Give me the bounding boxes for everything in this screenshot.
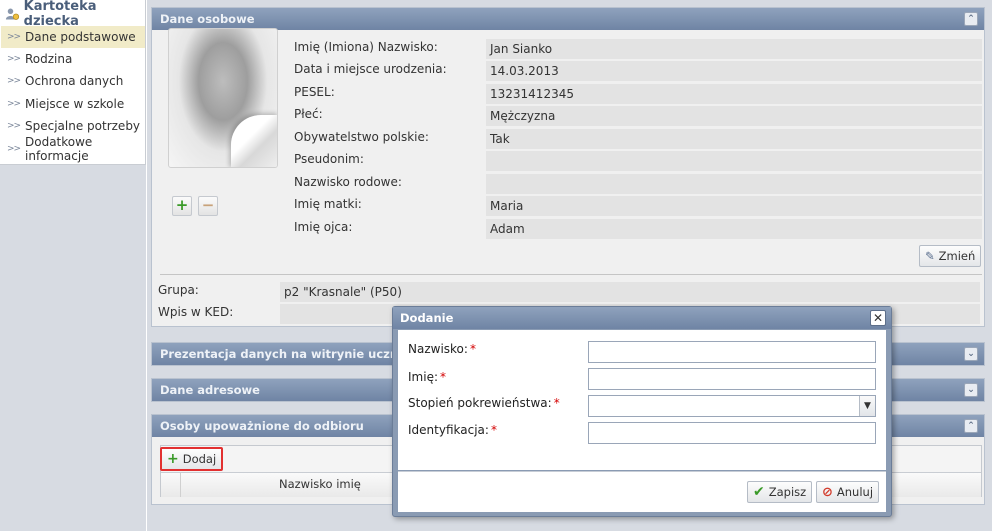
required-marker: * [440, 370, 446, 384]
field-label: Data i miejsce urodzenia: [294, 62, 447, 76]
sidebar-menu: Kartoteka dziecka >> Dane podstawowe >> … [0, 0, 146, 165]
add-authorized-button[interactable]: + Dodaj [160, 447, 224, 471]
field-label: Pseudonim: [294, 152, 364, 166]
cancel-button-label: Anuluj [836, 485, 874, 499]
ked-label: Wpis w KED: [158, 305, 234, 319]
column-header-name[interactable]: Nazwisko imię [279, 477, 361, 491]
group-value: p2 "Krasnale" (P50) [280, 282, 980, 302]
required-marker: * [469, 342, 476, 356]
sidebar-item-label: Rodzina [25, 52, 73, 66]
pencil-icon: ✎ [925, 249, 935, 263]
sidebar-item-rodzina[interactable]: >> Rodzina [1, 48, 145, 70]
chevron-double-right-icon: >> [7, 121, 21, 131]
add-button-label: Dodaj [182, 452, 217, 466]
field-value: Jan Sianko [486, 39, 982, 59]
child-record-icon [5, 8, 20, 20]
field-value [486, 151, 982, 171]
sidebar-item-label: Dodatkowe informacje [25, 135, 93, 163]
sidebar-item-label: Dane podstawowe [25, 30, 136, 44]
sidebar-item-label: Miejsce w szkole [25, 97, 125, 111]
chevron-double-right-icon: >> [7, 32, 21, 42]
field-label: Obywatelstwo polskie: [294, 130, 429, 144]
chevron-double-right-icon: >> [7, 99, 21, 109]
relationship-label-text: Stopień pokrewieństwa: [408, 396, 552, 410]
chevron-double-right-icon: >> [7, 144, 21, 154]
cancel-icon: ⊘ [822, 484, 833, 500]
remove-photo-button[interactable]: − [198, 196, 218, 216]
chevron-double-right-icon: >> [7, 54, 21, 64]
sidebar-title: Kartoteka dziecka [5, 0, 145, 29]
table-header-cell [161, 473, 181, 497]
surname-label-text: Nazwisko: [408, 342, 468, 356]
first-name-input[interactable] [588, 368, 876, 390]
collapse-icon[interactable]: ⌃ [964, 12, 978, 26]
first-name-label-text: Imię: [408, 370, 438, 384]
field-label: Imię (Imiona) Nazwisko: [294, 40, 438, 54]
dialog-title: Dodanie [400, 311, 454, 325]
panel-header[interactable]: Dane osobowe ⌃ [152, 8, 984, 30]
field-label: Imię ojca: [294, 220, 353, 234]
expand-icon[interactable]: ⌄ [964, 383, 978, 397]
field-label: PESEL: [294, 85, 335, 99]
field-value: Mężczyzna [486, 106, 982, 126]
panel-title: Osoby upoważnione do odbioru [160, 419, 364, 433]
sidebar-item-specjalne-potrzeby[interactable]: >> Specjalne potrzeby [1, 115, 145, 137]
sidebar-title-text: Kartoteka dziecka [23, 0, 97, 29]
field-value [486, 174, 982, 194]
identification-label-text: Identyfikacja: [408, 423, 489, 437]
sidebar-item-miejsce-w-szkole[interactable]: >> Miejsce w szkole [1, 93, 145, 115]
relationship-label: Stopień pokrewieństwa: * [408, 396, 560, 410]
field-label: Nazwisko rodowe: [294, 175, 402, 189]
check-icon: ✔ [753, 484, 765, 500]
close-icon[interactable]: ✕ [870, 310, 886, 326]
page-curl-decoration [231, 115, 277, 167]
field-value: Maria [486, 196, 982, 216]
group-label: Grupa: [158, 283, 199, 297]
chevron-double-right-icon: >> [7, 76, 21, 86]
add-dialog: Dodanie ✕ Nazwisko: * Imię: * Stopień pokr… [392, 306, 892, 517]
save-button[interactable]: ✔ Zapisz [747, 481, 813, 503]
field-label: Imię matki: [294, 197, 362, 211]
field-value: Adam [486, 219, 982, 239]
surname-label: Nazwisko: * [408, 342, 476, 356]
change-button[interactable]: ✎ Zmień [919, 245, 982, 267]
field-value: 13231412345 [486, 84, 982, 104]
dialog-footer: ✔ Zapisz ⊘ Anuluj [398, 471, 886, 512]
collapse-icon[interactable]: ⌃ [964, 419, 978, 433]
dialog-header[interactable]: Dodanie ✕ [393, 307, 891, 329]
divider [160, 274, 982, 275]
first-name-label: Imię: * [408, 370, 446, 384]
save-button-label: Zapisz [768, 485, 807, 499]
sidebar: Kartoteka dziecka >> Dane podstawowe >> … [0, 0, 146, 531]
required-marker: * [490, 423, 497, 437]
add-photo-button[interactable]: + [172, 196, 192, 216]
panel-title: Dane adresowe [160, 383, 260, 397]
panel-title: Dane osobowe [160, 12, 255, 26]
chevron-down-icon[interactable]: ▼ [859, 396, 875, 416]
dialog-body: Nazwisko: * Imię: * Stopień pokrewieństwa:… [398, 330, 886, 470]
sidebar-item-label: Specjalne potrzeby [25, 119, 141, 133]
sidebar-item-dane-podstawowe[interactable]: >> Dane podstawowe [1, 26, 145, 48]
identification-label: Identyfikacja: * [408, 423, 497, 437]
cancel-button[interactable]: ⊘ Anuluj [816, 481, 880, 503]
field-value: 14.03.2013 [486, 61, 982, 81]
required-marker: * [553, 396, 560, 410]
expand-icon[interactable]: ⌄ [964, 347, 978, 361]
personal-data-panel: Dane osobowe ⌃ + − Imię (Imiona) Nazwisk… [151, 7, 985, 327]
identification-input[interactable] [588, 422, 876, 444]
plus-icon: + [167, 451, 179, 467]
field-label: Płeć: [294, 107, 323, 121]
sidebar-item-label: Ochrona danych [25, 74, 124, 88]
sidebar-item-ochrona-danych[interactable]: >> Ochrona danych [1, 70, 145, 92]
surname-input[interactable] [588, 341, 876, 363]
panel-title: Prezentacja danych na witrynie ucznia [160, 347, 410, 361]
sidebar-item-dodatkowe-informacje[interactable]: >> Dodatkowe informacje [1, 135, 145, 163]
field-value: Tak [486, 129, 982, 149]
change-button-label: Zmień [938, 249, 976, 263]
child-photo [168, 28, 278, 168]
relationship-select[interactable]: ▼ [588, 395, 876, 417]
